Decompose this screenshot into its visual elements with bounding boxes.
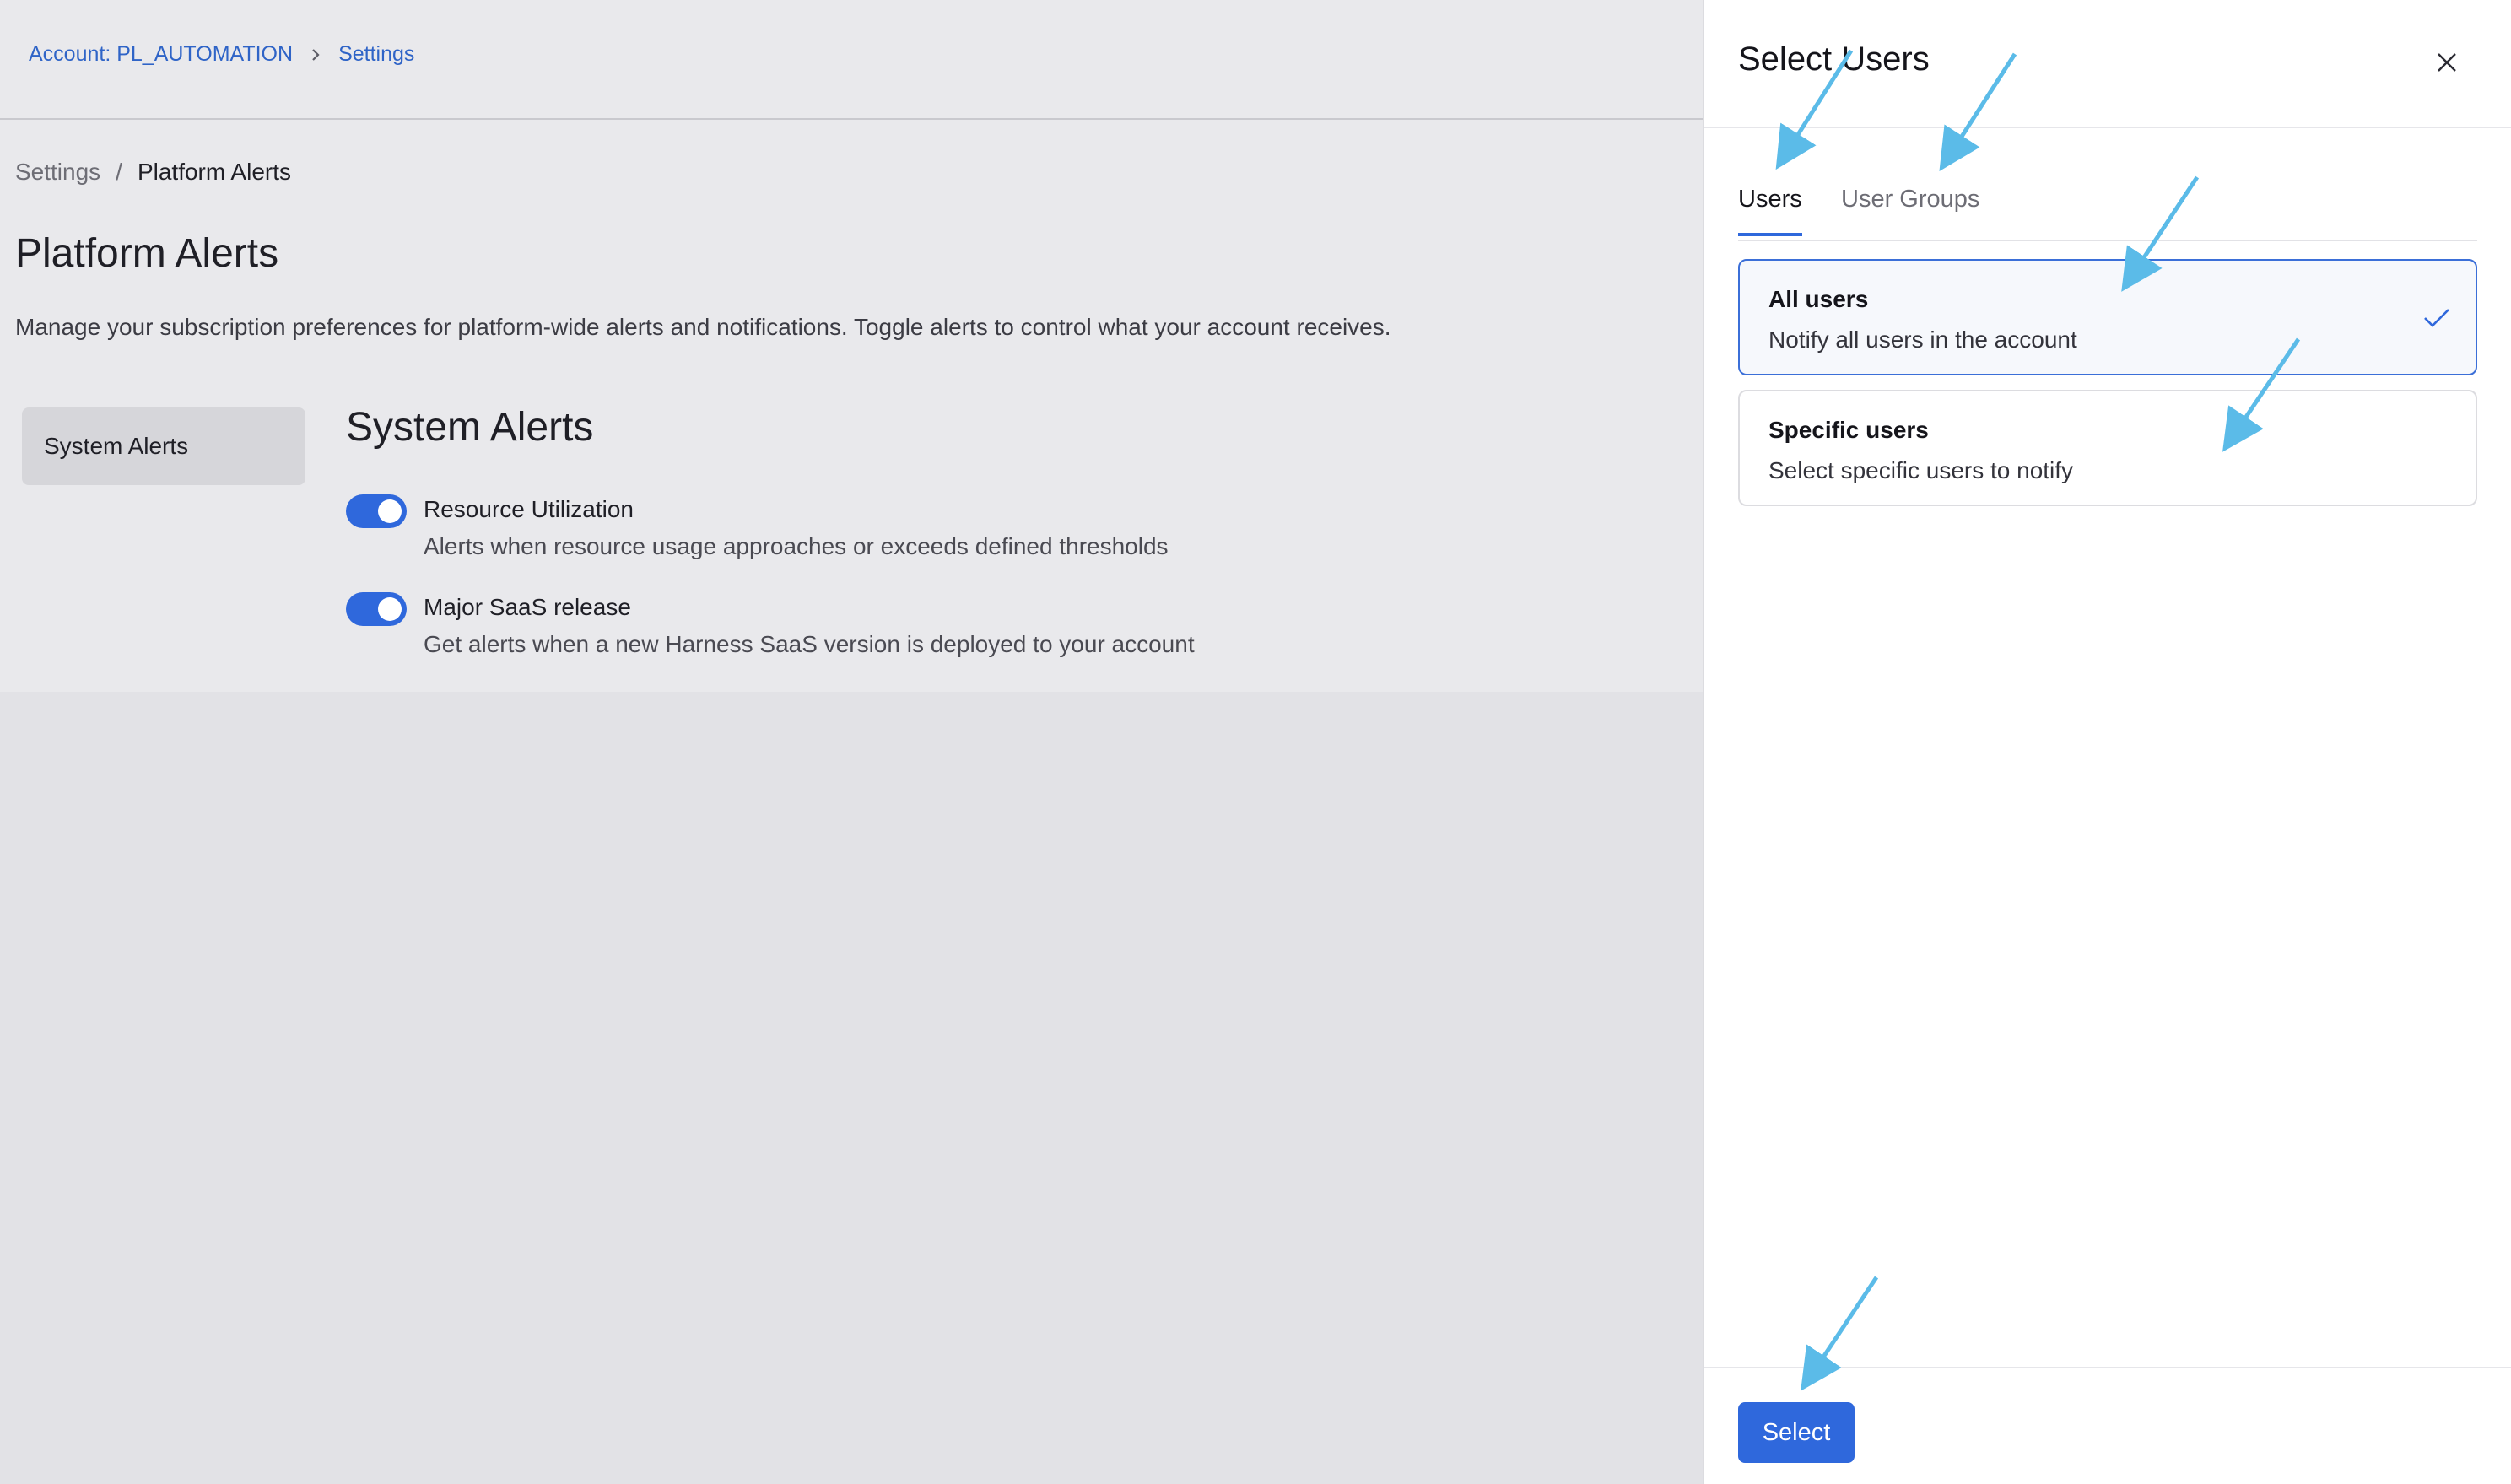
top-breadcrumb: Account: PL_AUTOMATION Settings xyxy=(29,42,414,67)
chevron-right-icon xyxy=(312,48,320,61)
page-title: Platform Alerts xyxy=(15,231,279,276)
sidebar-item-label: System Alerts xyxy=(44,433,189,459)
option-specific-users[interactable]: Specific users Select specific users to … xyxy=(1738,390,2477,506)
tab-users[interactable]: Users xyxy=(1738,186,1802,236)
panel-title: Select Users xyxy=(1738,40,1930,78)
section-title: System Alerts xyxy=(346,405,594,450)
alert-description: Alerts when resource usage approaches or… xyxy=(424,533,1169,559)
settings-page: Account: PL_AUTOMATION Settings Settings… xyxy=(0,0,1703,1484)
resource-utilization-toggle[interactable] xyxy=(346,494,407,528)
breadcrumb-settings-link[interactable]: Settings xyxy=(338,42,414,67)
select-users-panel: Select Users Users User Groups All users… xyxy=(1703,0,2511,1484)
alert-name: Major SaaS release xyxy=(424,594,631,620)
toggle-knob xyxy=(378,499,402,523)
breadcrumb-separator: / xyxy=(116,159,122,185)
breadcrumb-current: Platform Alerts xyxy=(137,159,292,185)
option-title: Specific users xyxy=(1768,417,1929,443)
user-tabs: Users User Groups xyxy=(1738,182,2477,241)
page-description: Manage your subscription preferences for… xyxy=(15,314,1391,340)
major-saas-release-toggle[interactable] xyxy=(346,592,407,626)
sidebar-item-system-alerts[interactable]: System Alerts xyxy=(22,407,305,485)
toggle-knob xyxy=(378,597,402,621)
option-title: All users xyxy=(1768,286,1869,312)
close-icon[interactable] xyxy=(2432,47,2462,78)
select-button[interactable]: Select xyxy=(1738,1402,1855,1463)
panel-footer-divider xyxy=(1704,1367,2511,1368)
option-all-users[interactable]: All users Notify all users in the accoun… xyxy=(1738,259,2477,375)
alert-name: Resource Utilization xyxy=(424,496,634,522)
breadcrumb: Settings / Platform Alerts xyxy=(15,159,291,186)
option-subtitle: Notify all users in the account xyxy=(1768,326,2077,353)
tab-user-groups[interactable]: User Groups xyxy=(1841,186,1979,213)
content-background xyxy=(0,692,1703,1484)
top-bar: Account: PL_AUTOMATION Settings xyxy=(0,0,1703,120)
breadcrumb-settings[interactable]: Settings xyxy=(15,159,100,186)
option-subtitle: Select specific users to notify xyxy=(1768,457,2074,483)
panel-header-divider xyxy=(1704,127,2511,128)
breadcrumb-account-link[interactable]: Account: PL_AUTOMATION xyxy=(29,42,293,67)
check-icon xyxy=(2424,309,2449,327)
alert-description: Get alerts when a new Harness SaaS versi… xyxy=(424,631,1195,657)
